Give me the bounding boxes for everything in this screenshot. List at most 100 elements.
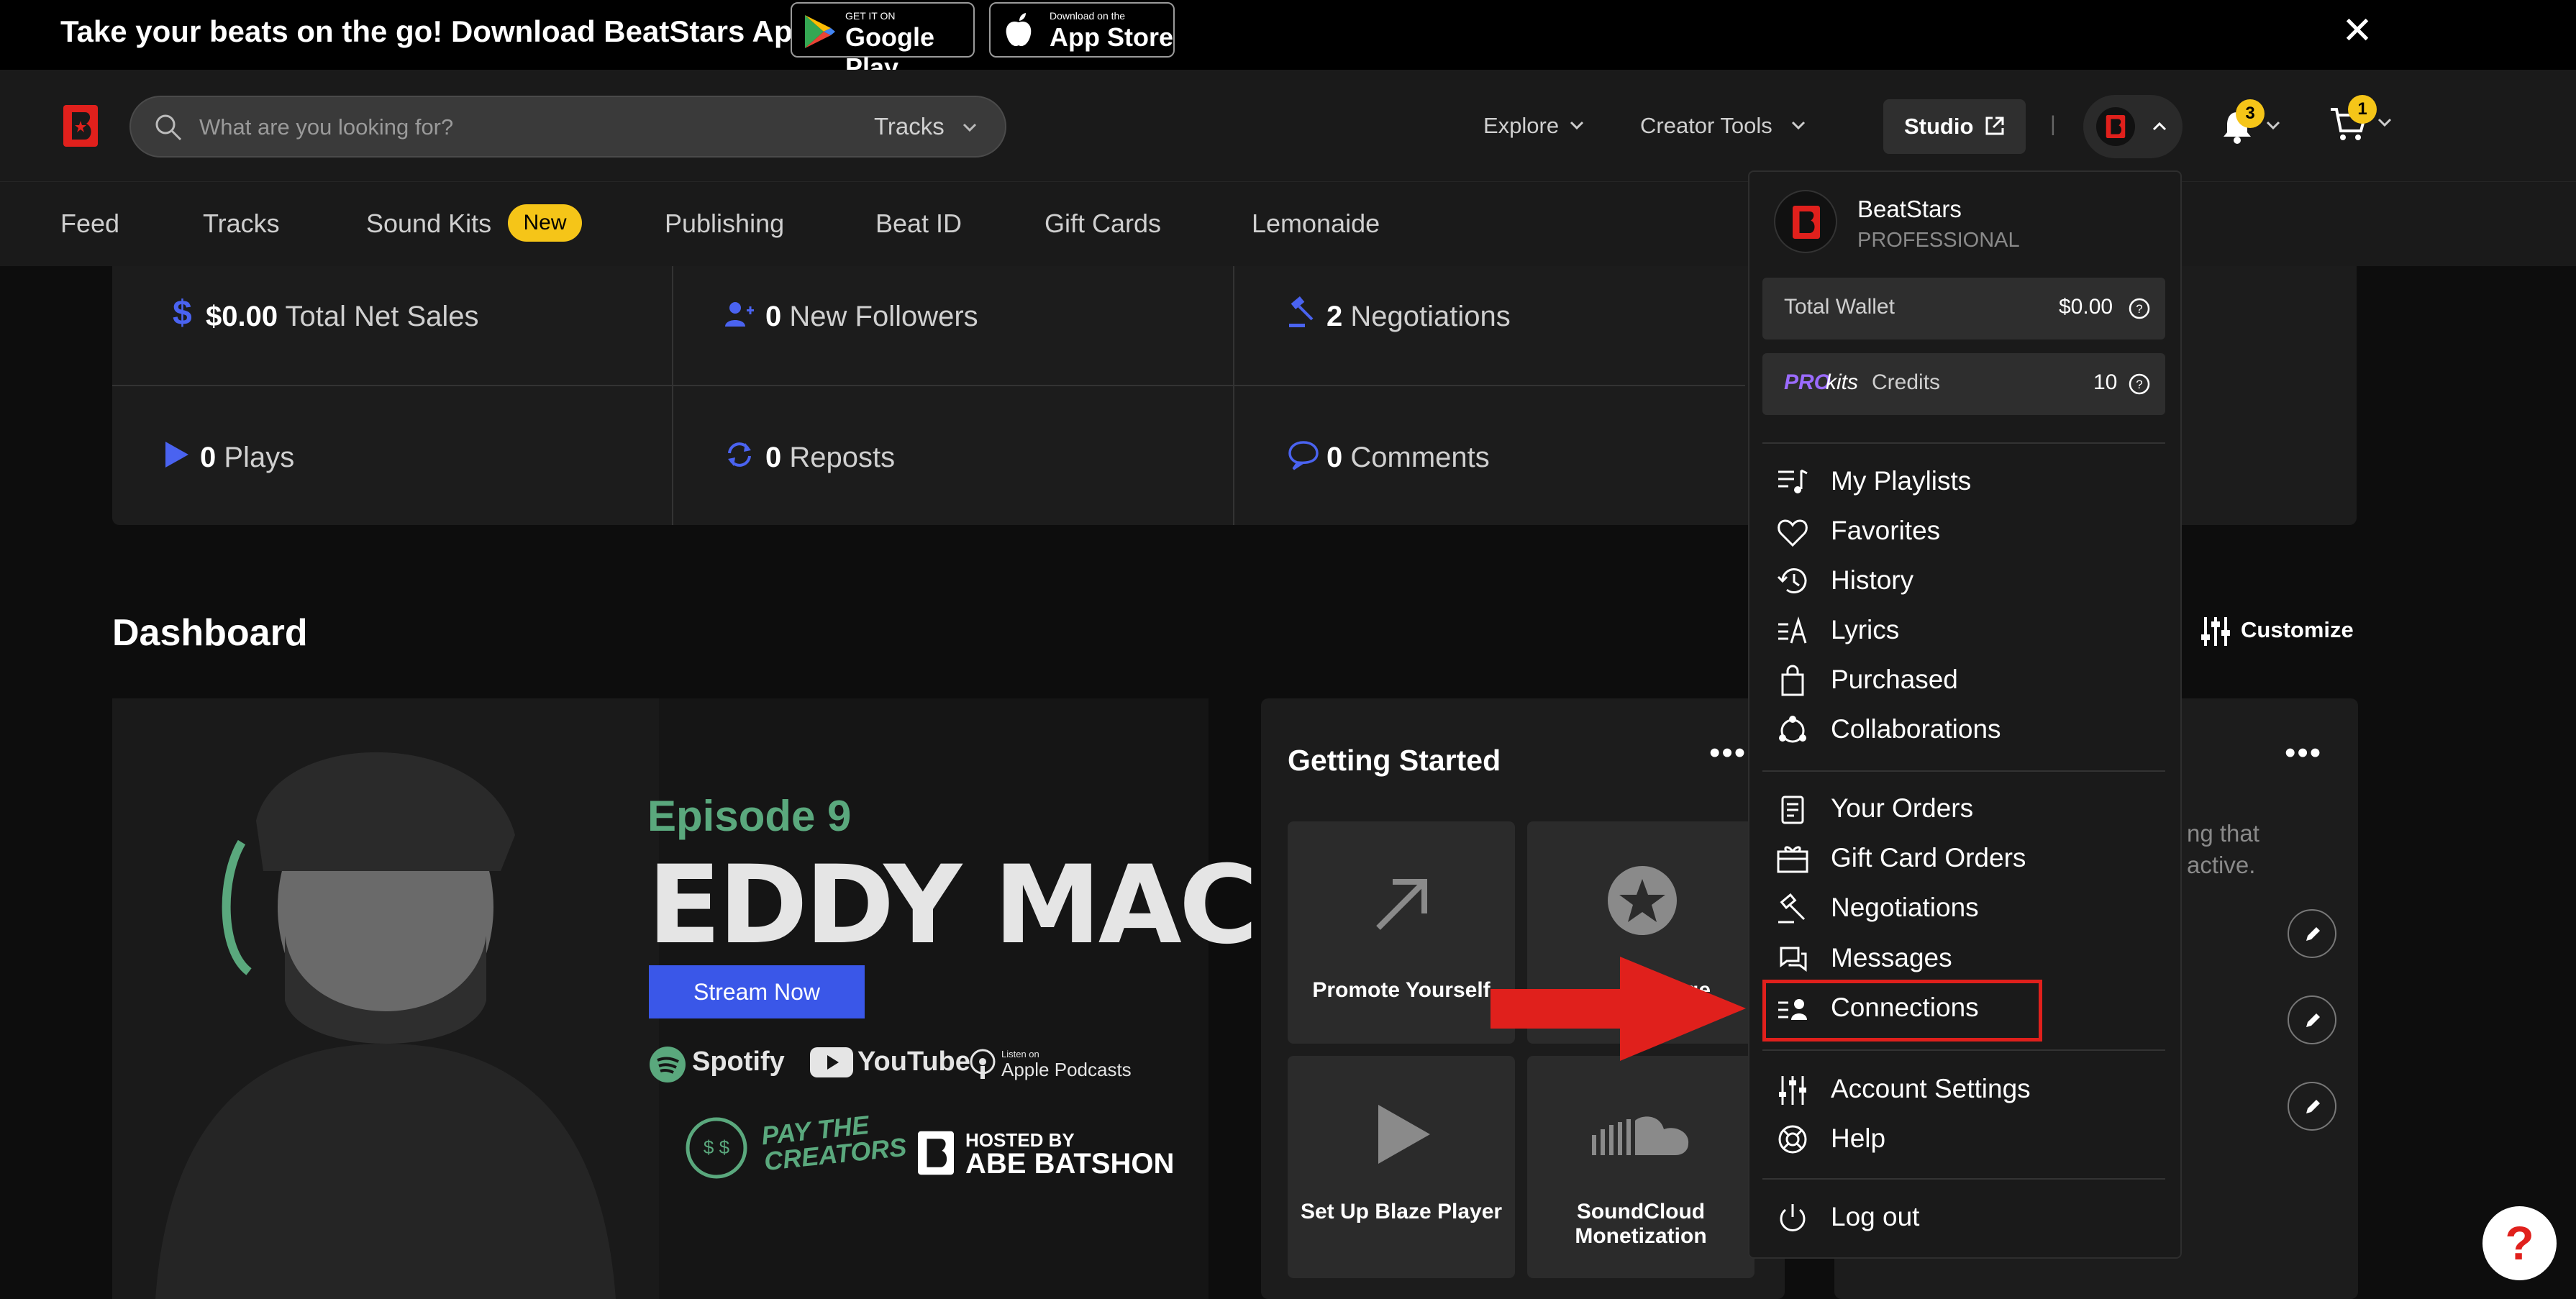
new-badge: New — [508, 204, 582, 242]
stat-reposts: 0 Reposts — [765, 442, 896, 473]
subnav-lemonaide[interactable]: Lemonaide — [1252, 209, 1380, 239]
tile-promote-yourself[interactable]: Promote Yourself — [1288, 821, 1515, 1044]
dropdown-username: BeatStars — [1857, 196, 1962, 222]
menu-log-out[interactable]: Log out — [1831, 1202, 1919, 1232]
sliders-icon — [1779, 1076, 1806, 1105]
creator-tools-menu[interactable]: Creator Tools — [1640, 113, 1772, 139]
more-icon[interactable]: ••• — [2285, 735, 2322, 771]
search-scope-select[interactable]: Tracks — [874, 113, 945, 140]
sliders-icon[interactable] — [2200, 616, 2231, 647]
customize-button[interactable]: Customize — [2241, 617, 2354, 643]
promo-text: Take your beats on the go! Download Beat… — [60, 14, 811, 48]
menu-purchased[interactable]: Purchased — [1831, 665, 1958, 695]
promo-banner: Take your beats on the go! Download Beat… — [0, 0, 2576, 82]
help-circle-icon[interactable]: ? — [2128, 373, 2151, 396]
menu-lyrics[interactable]: Lyrics — [1831, 615, 1899, 645]
play-icon — [165, 442, 188, 468]
subnav-feed[interactable]: Feed — [60, 209, 119, 239]
search-icon — [155, 114, 182, 141]
chevron-down-icon — [962, 123, 977, 132]
menu-gift-card-orders[interactable]: Gift Card Orders — [1831, 843, 2026, 873]
power-icon — [1780, 1204, 1806, 1231]
menu-favorites[interactable]: Favorites — [1831, 516, 1940, 546]
host-name: ABE BATSHON — [965, 1148, 1175, 1180]
subnav-beat-id[interactable]: Beat ID — [875, 209, 962, 239]
repost-icon — [728, 442, 751, 467]
arrow-up-right-icon — [1376, 879, 1427, 930]
close-icon[interactable]: ✕ — [2339, 12, 2375, 50]
apple-icon — [1006, 13, 1032, 47]
menu-your-orders[interactable]: Your Orders — [1831, 793, 1973, 824]
notification-badge: 3 — [2236, 99, 2265, 128]
stat-negotiations: 2 Negotiations — [1326, 301, 1511, 332]
user-menu-button[interactable] — [2083, 95, 2183, 158]
youtube-icon — [810, 1047, 853, 1077]
edit-button[interactable] — [2288, 1082, 2336, 1131]
tile-soundcloud[interactable]: SoundCloud Monetization — [1527, 1056, 1754, 1278]
host-photo — [112, 698, 659, 1299]
right-card-text-2: active. — [2187, 852, 2256, 878]
menu-history[interactable]: History — [1831, 565, 1913, 596]
search-bar[interactable]: What are you looking for? Tracks — [129, 96, 1006, 158]
star-icon — [1608, 866, 1677, 935]
dashboard-title: Dashboard — [112, 612, 308, 654]
edit-button[interactable] — [2288, 909, 2336, 958]
subnav-sound-kits[interactable]: Sound Kits — [366, 209, 491, 239]
messages-icon — [1780, 947, 1807, 972]
app-store-button[interactable]: Download on the App Store — [989, 2, 1175, 58]
help-circle-icon[interactable]: ? — [2128, 297, 2151, 320]
chevron-down-icon — [1791, 121, 1806, 130]
more-icon[interactable]: ••• — [1709, 735, 1747, 771]
menu-messages[interactable]: Messages — [1831, 943, 1952, 973]
right-card-text-1: ng that — [2187, 820, 2259, 847]
gavel-icon — [1778, 893, 1806, 924]
heart-icon — [1778, 519, 1808, 547]
history-icon — [1777, 568, 1807, 593]
search-input[interactable]: What are you looking for? — [199, 114, 453, 140]
cart-badge: 1 — [2348, 95, 2377, 124]
menu-help[interactable]: Help — [1831, 1123, 1885, 1154]
spotify-label: Spotify — [692, 1047, 785, 1077]
red-arrow-annotation — [1490, 957, 1746, 1061]
apple-podcasts-small: Listen on — [1001, 1049, 1039, 1059]
collaborations-icon — [1779, 716, 1806, 743]
lyrics-icon — [1778, 616, 1807, 644]
google-play-button[interactable]: GET IT ON Google Play — [791, 2, 975, 82]
connections-highlight-box — [1762, 980, 2042, 1042]
subnav-tracks[interactable]: Tracks — [203, 209, 280, 239]
chevron-down-icon — [2377, 118, 2392, 127]
studio-button[interactable]: Studio — [1883, 99, 2026, 154]
add-follower-icon — [725, 302, 754, 327]
help-floating-button[interactable]: ? — [2482, 1206, 2557, 1280]
gavel-icon — [1289, 296, 1314, 327]
youtube-label: YouTube — [857, 1047, 970, 1077]
gift-card-icon — [1777, 846, 1808, 873]
svg-text:?: ? — [2136, 378, 2142, 391]
stream-now-button[interactable]: Stream Now — [649, 965, 865, 1018]
dropdown-avatar — [1774, 190, 1837, 253]
soundcloud-icon — [1592, 1116, 1689, 1155]
svg-text:$ $: $ $ — [704, 1136, 730, 1158]
explore-menu[interactable]: Explore — [1483, 113, 1559, 139]
play-icon — [1378, 1105, 1430, 1164]
chevron-up-icon — [2152, 122, 2167, 131]
menu-my-playlists[interactable]: My Playlists — [1831, 466, 1971, 496]
comment-icon — [1288, 441, 1319, 470]
avatar — [2096, 107, 2135, 146]
beatstars-logo-icon — [918, 1131, 954, 1175]
lifebuoy-icon — [1778, 1125, 1807, 1154]
menu-negotiations[interactable]: Negotiations — [1831, 893, 1979, 923]
subnav-publishing[interactable]: Publishing — [665, 209, 784, 239]
prokits-credits-box[interactable]: PRO kits Credits 10 ? — [1762, 353, 2165, 415]
tile-blaze-player[interactable]: Set Up Blaze Player — [1288, 1056, 1515, 1278]
edit-button[interactable] — [2288, 995, 2336, 1044]
beatstars-logo[interactable] — [63, 105, 98, 147]
menu-collaborations[interactable]: Collaborations — [1831, 714, 2001, 744]
subnav-gift-cards[interactable]: Gift Cards — [1044, 209, 1161, 239]
episode-label: Episode 9 — [647, 792, 852, 840]
wallet-box[interactable]: Total Wallet $0.00 ? — [1762, 278, 2165, 339]
dropdown-plan: PROFESSIONAL — [1857, 229, 2020, 252]
external-link-icon — [1985, 117, 2004, 135]
dollar-icon: $ — [173, 294, 192, 332]
menu-account-settings[interactable]: Account Settings — [1831, 1074, 2031, 1104]
